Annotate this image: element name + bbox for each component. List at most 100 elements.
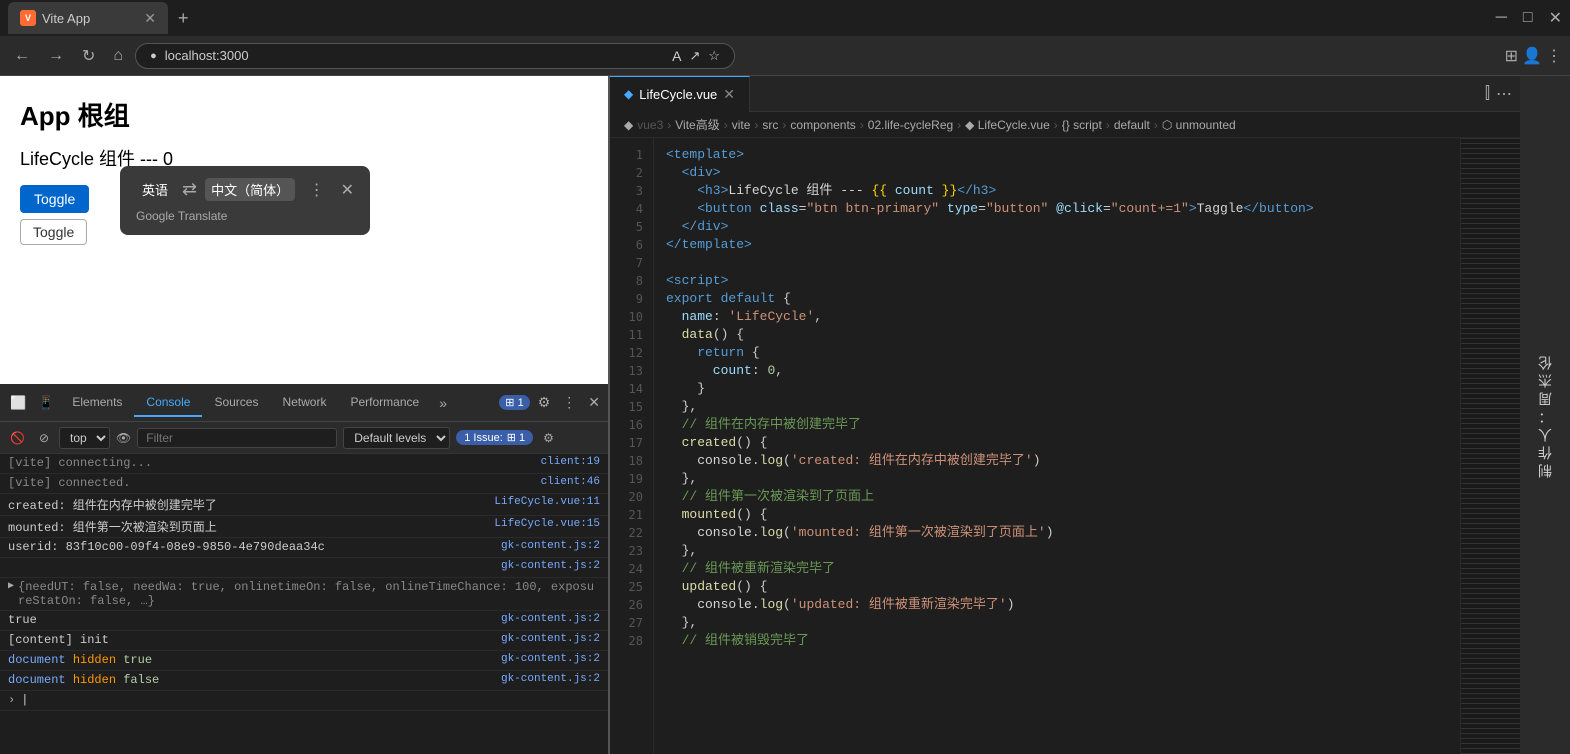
minimize-icon[interactable]: ─	[1496, 9, 1507, 27]
code-editor: ◆ LifeCycle.vue ✕ ⫿ ⋯ ◆ vue3 › Vite高级 › …	[610, 76, 1520, 754]
console-row: [vite] connecting... client:19	[0, 454, 608, 474]
dt-menu-icon[interactable]: ⋮	[558, 394, 580, 411]
more-actions-icon[interactable]: ⋯	[1496, 84, 1512, 104]
console-row: gk-content.js:2	[0, 558, 608, 578]
eye-icon[interactable]: 👁	[116, 431, 131, 445]
tab-performance[interactable]: Performance	[338, 389, 431, 417]
tab-network[interactable]: Network	[270, 389, 338, 417]
code-line: // 组件被重新渲染完毕了	[666, 560, 1452, 578]
editor-tab-lifecycle[interactable]: ◆ LifeCycle.vue ✕	[610, 76, 750, 112]
browser-tab-active[interactable]: V Vite App ✕	[8, 2, 168, 34]
levels-selector[interactable]: Default levels	[343, 427, 450, 449]
line-num: 25	[610, 578, 653, 596]
console-row: [content] init gk-content.js:2	[0, 631, 608, 651]
dt-more-tabs[interactable]: »	[431, 391, 455, 415]
address-bar[interactable]: ● A ↗ ☆	[135, 43, 735, 69]
close-icon[interactable]: ✕	[1549, 8, 1562, 28]
editor-tab-close-button[interactable]: ✕	[723, 86, 735, 103]
url-input[interactable]	[165, 48, 664, 63]
filter-toggle-button[interactable]: ⊘	[35, 429, 53, 447]
line-num: 5	[610, 218, 653, 236]
dt-panel-layout-icon[interactable]: ⬜	[4, 395, 32, 411]
console-settings-icon[interactable]: ⚙	[543, 431, 554, 445]
line-num: 23	[610, 542, 653, 560]
code-line: }	[666, 380, 1452, 398]
tab-close-button[interactable]: ✕	[144, 10, 156, 27]
popup-options-icon[interactable]: ⋮	[309, 180, 325, 200]
dt-settings-icon[interactable]: ⚙	[534, 394, 555, 411]
console-row: document hidden false gk-content.js:2	[0, 671, 608, 691]
tab-label: Vite App	[42, 11, 90, 26]
maximize-icon[interactable]: □	[1523, 9, 1533, 27]
tab-sources[interactable]: Sources	[202, 389, 270, 417]
back-button[interactable]: ←	[8, 43, 36, 69]
editor-minimap	[1460, 138, 1520, 754]
app-root-title: App 根组	[20, 96, 588, 133]
code-line: <div>	[666, 164, 1452, 182]
console-source[interactable]: LifeCycle.vue:15	[494, 518, 600, 530]
breadcrumb-file: ◆ LifeCycle.vue	[965, 118, 1050, 132]
share-icon[interactable]: ↗	[690, 48, 701, 64]
forward-button[interactable]: →	[42, 43, 70, 69]
issue-badge[interactable]: 1 Issue: ⊞ 1	[456, 430, 533, 445]
line-num: 26	[610, 596, 653, 614]
issue-count-icon: ⊞ 1	[507, 431, 525, 444]
console-source[interactable]: gk-content.js:2	[501, 633, 600, 645]
console-message: {needUT: false, needWa: true, onlinetime…	[18, 580, 600, 608]
console-row: true gk-content.js:2	[0, 611, 608, 631]
line-num: 13	[610, 362, 653, 380]
new-tab-button[interactable]: +	[172, 8, 195, 29]
console-source[interactable]: LifeCycle.vue:11	[494, 496, 600, 508]
extensions-icon[interactable]: ⊞	[1505, 46, 1518, 66]
code-line: return {	[666, 344, 1452, 362]
code-content[interactable]: <template> <div> <h3>LifeCycle 组件 --- {{…	[654, 138, 1460, 754]
console-source[interactable]: gk-content.js:2	[501, 653, 600, 665]
code-line: // 组件被销毁完毕了	[666, 632, 1452, 650]
console-source[interactable]: client:46	[541, 476, 600, 488]
console-source[interactable]: gk-content.js:2	[501, 673, 600, 685]
bookmark-icon[interactable]: ☆	[708, 48, 720, 64]
tab-console[interactable]: Console	[134, 389, 202, 417]
line-num: 3	[610, 182, 653, 200]
console-message: [content] init	[8, 633, 501, 647]
console-source[interactable]: gk-content.js:2	[501, 540, 600, 552]
from-lang-button[interactable]: 英语	[136, 178, 174, 201]
line-num: 11	[610, 326, 653, 344]
browser-chrome: V Vite App ✕ + ─ □ ✕ ← → ↻ ⌂ ● A ↗ ☆	[0, 0, 1570, 76]
popup-close-icon[interactable]: ✕	[341, 180, 354, 200]
toggle-button-2[interactable]: Toggle	[20, 219, 87, 245]
tab-elements[interactable]: Elements	[60, 389, 134, 417]
issue-badge-text: 1 Issue:	[464, 432, 503, 444]
line-num: 8	[610, 272, 653, 290]
dt-close-icon[interactable]: ✕	[584, 394, 604, 411]
lang-separator: ⇄	[182, 179, 197, 200]
refresh-button[interactable]: ↻	[76, 42, 101, 70]
line-num: 9	[610, 290, 653, 308]
code-line: },	[666, 470, 1452, 488]
code-area: 1 2 3 4 5 6 7 8 9 10 11 12 13 14 15 16 1	[610, 138, 1520, 754]
translate-icon[interactable]: A	[672, 48, 681, 64]
console-row: ▶ {needUT: false, needWa: true, onlineti…	[0, 578, 608, 611]
line-num: 4	[610, 200, 653, 218]
right-sidebar-panel: 制作人：周杰伦	[1520, 76, 1570, 754]
devtools-console-toolbar: 🚫 ⊘ top 👁 Default levels 1 Issue: ⊞ 1 ⚙	[0, 422, 608, 454]
console-cursor: |	[21, 693, 28, 707]
translate-popup-footer: Google Translate	[136, 209, 354, 223]
toggle-button-1[interactable]: Toggle	[20, 185, 89, 213]
context-selector[interactable]: top	[59, 427, 110, 449]
menu-icon[interactable]: ⋮	[1546, 46, 1562, 66]
console-source[interactable]: client:19	[541, 456, 600, 468]
console-filter-input[interactable]	[137, 428, 337, 448]
line-num: 6	[610, 236, 653, 254]
code-line: name: 'LifeCycle',	[666, 308, 1452, 326]
to-lang-button[interactable]: 中文（简体）	[205, 178, 295, 201]
dt-mobile-icon[interactable]: 📱	[32, 395, 60, 411]
console-row: document hidden true gk-content.js:2	[0, 651, 608, 671]
profile-icon[interactable]: 👤	[1522, 46, 1542, 66]
console-source[interactable]: gk-content.js:2	[501, 613, 600, 625]
console-source[interactable]: gk-content.js:2	[501, 560, 600, 572]
home-button[interactable]: ⌂	[107, 43, 129, 69]
expand-arrow[interactable]: ▶	[8, 580, 14, 592]
clear-console-button[interactable]: 🚫	[6, 429, 29, 447]
split-editor-icon[interactable]: ⫿	[1485, 85, 1490, 103]
